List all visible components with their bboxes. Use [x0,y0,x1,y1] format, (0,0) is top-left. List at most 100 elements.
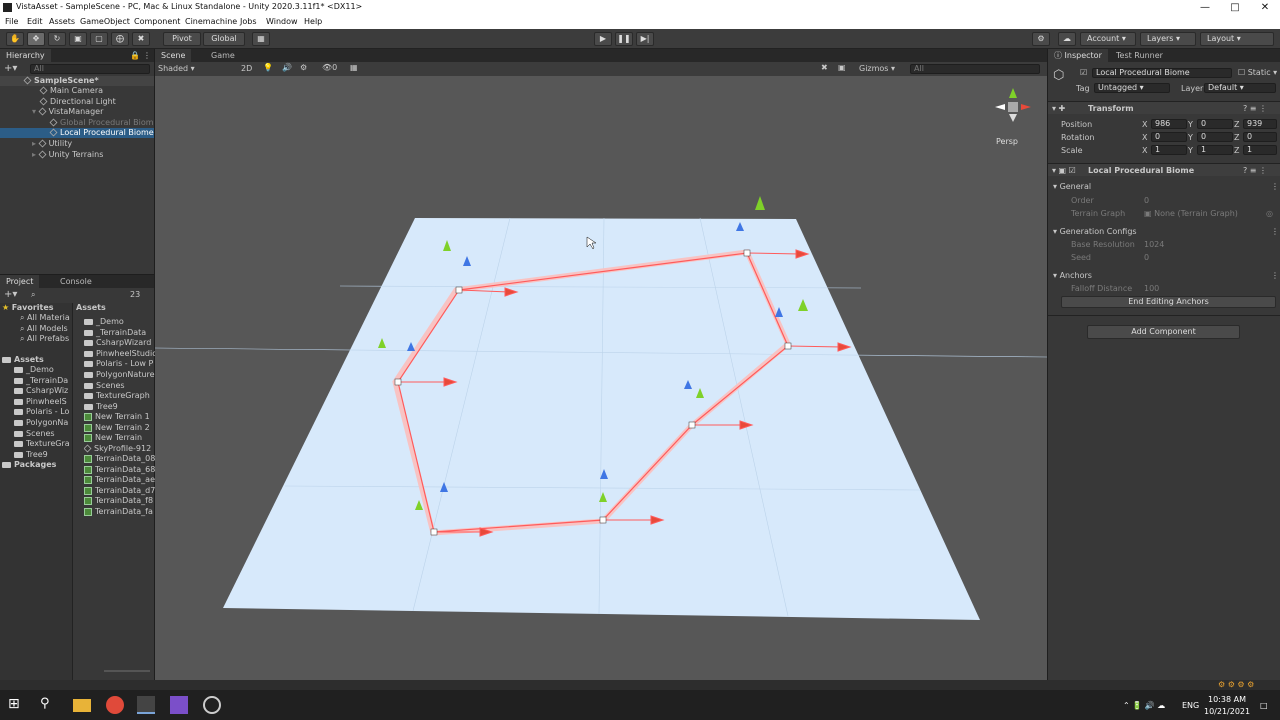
object-picker-icon[interactable]: ◎ [1266,209,1273,218]
minimize-icon[interactable]: — [1190,0,1220,15]
lighting-icon[interactable]: 💡 [263,63,273,72]
favorite-all-materials[interactable]: ⌕ All Materia [20,313,70,323]
file-item[interactable]: New Terrain 1 [84,412,150,422]
tab-test-runner[interactable]: Test Runner [1110,49,1169,62]
tab-inspector[interactable]: ⓘ Inspector [1048,49,1108,62]
view-orientation-gizmo[interactable]: Persp [995,88,1031,146]
falloff-distance-field[interactable]: 100 [1144,284,1159,293]
order-field[interactable]: 0 [1144,196,1149,205]
audio-icon[interactable]: 🔊 [282,63,292,72]
custom-tool-icon[interactable]: ✖ [132,32,150,46]
file-explorer-icon[interactable] [73,699,91,712]
icon-size-slider[interactable] [104,670,150,672]
project-breadcrumb[interactable]: Assets [76,303,106,313]
active-checkbox[interactable]: ☑ [1080,68,1087,77]
scale-z-field[interactable]: 1 [1243,145,1277,155]
scene-viewport[interactable]: Persp [155,76,1047,680]
layers-dropdown[interactable]: Layers ▾ [1140,32,1196,46]
tree-folder[interactable]: PolygonNa [14,418,68,428]
tree-folder[interactable]: Polaris - Lo [14,407,69,417]
tree-folder[interactable]: TextureGra [14,439,70,449]
play-button[interactable]: ▶ [594,32,612,46]
menu-jobs[interactable]: Jobs [240,17,257,26]
file-item[interactable]: TextureGraph [84,391,150,401]
scale-tool-icon[interactable]: ▣ [69,32,87,46]
project-search-icon[interactable]: ⌕ [31,290,35,300]
hierarchy-item-utility[interactable]: ▸ Utility [0,139,154,149]
file-item[interactable]: TerrainData_ae [84,475,155,485]
persp-label[interactable]: Persp [996,137,1018,146]
menu-gameobject[interactable]: GameObject [80,17,130,26]
static-toggle[interactable]: ☐ Static ▾ [1238,68,1277,77]
grid-snap-icon[interactable]: ▦ [252,32,270,46]
tab-game[interactable]: Game [205,49,241,62]
component-help-icon[interactable]: ? ≡ ⋮ [1243,166,1267,175]
position-z-field[interactable]: 939 [1243,119,1277,129]
rotation-z-field[interactable]: 0 [1243,132,1277,142]
transform-header[interactable]: ▾ ✚ Transform ? ≡ ⋮ [1048,101,1280,114]
menu-component[interactable]: Component [134,17,180,26]
tab-project[interactable]: Project [0,275,40,288]
file-item[interactable]: Tree9 [84,402,118,412]
scene-row[interactable]: SampleScene* [0,76,154,86]
file-item[interactable]: TerrainData_d7 [84,486,155,496]
hierarchy-item-vistamanager[interactable]: ▾ VistaManager [0,107,154,117]
rotate-tool-icon[interactable]: ↻ [48,32,66,46]
unity-hub-icon[interactable] [203,696,221,714]
tab-scene[interactable]: Scene [155,49,192,62]
add-component-button[interactable]: Add Component [1087,325,1240,339]
position-y-field[interactable]: 0 [1197,119,1233,129]
project-create-plus-icon[interactable]: +▾ [4,289,17,300]
hidden-objects-icon[interactable]: 👁0 [322,63,337,72]
language-indicator[interactable]: ENG [1182,701,1199,710]
menu-help[interactable]: Help [304,17,322,26]
clock-date[interactable]: 10/21/2021 [1204,707,1250,716]
hand-tool-icon[interactable]: ✋ [6,32,24,46]
transform-tool-icon[interactable]: ⨁ [111,32,129,46]
scale-x-field[interactable]: 1 [1151,145,1187,155]
file-item[interactable]: _Demo [84,317,124,327]
end-editing-anchors-button[interactable]: End Editing Anchors [1061,296,1276,308]
lock-icon[interactable]: 🔒 [130,51,140,60]
tree-folder[interactable]: _Demo [14,365,54,375]
rotation-y-field[interactable]: 0 [1197,132,1233,142]
layer-dropdown[interactable]: Default ▾ [1204,83,1276,93]
maximize-icon[interactable]: □ [1220,0,1250,15]
windows-start-icon[interactable]: ⊞ [8,696,26,714]
generation-configs-foldout[interactable]: ▾ Generation Configs [1053,227,1137,236]
clock-time[interactable]: 10:38 AM [1208,695,1246,704]
object-name-field[interactable]: Local Procedural Biome [1092,68,1232,78]
chrome-icon[interactable] [106,696,124,714]
file-item[interactable]: TerrainData_68 [84,465,155,475]
file-item[interactable]: SkyProfile-912 [84,444,151,454]
general-foldout[interactable]: ▾ General [1053,182,1091,191]
hierarchy-item-directional-light[interactable]: Directional Light [0,97,154,107]
move-tool-icon[interactable]: ✥ [27,32,45,46]
effects-icon[interactable]: ⚙ [300,63,307,72]
pause-button[interactable]: ❚❚ [615,32,633,46]
panel-menu-icon[interactable]: ⋮ [143,51,151,60]
tab-console[interactable]: Console [54,275,98,288]
scene-search-input[interactable]: All [910,64,1040,74]
menu-edit[interactable]: Edit [27,17,43,26]
rect-tool-icon[interactable]: ▢ [90,32,108,46]
visual-studio-icon[interactable] [170,696,188,714]
close-icon[interactable]: ✕ [1250,0,1280,15]
file-item[interactable]: Scenes [84,381,125,391]
general-menu-icon[interactable]: ⋮ [1271,182,1279,191]
gizmos-dropdown[interactable]: Gizmos ▾ [859,64,895,73]
status-icons[interactable]: ⚙ ⚙ ⚙ ⚙ [1218,680,1254,689]
layout-dropdown[interactable]: Layout ▾ [1200,32,1274,46]
global-toggle[interactable]: Global [203,32,245,46]
notifications-icon[interactable]: □ [1260,701,1268,710]
tree-folder[interactable]: PinwheelS [14,397,67,407]
favorite-all-prefabs[interactable]: ⌕ All Prefabs [20,334,69,344]
tree-folder[interactable]: _TerrainDa [14,376,68,386]
file-item[interactable]: _TerrainData [84,328,146,338]
file-item[interactable]: New Terrain [84,433,142,443]
file-item[interactable]: New Terrain 2 [84,423,150,433]
cloud-icon[interactable]: ☁ [1058,32,1076,46]
favorites-row[interactable]: ★ Favorites [2,303,54,313]
file-item[interactable]: Polaris - Low P [84,359,153,369]
tree-folder[interactable]: Scenes [14,429,55,439]
